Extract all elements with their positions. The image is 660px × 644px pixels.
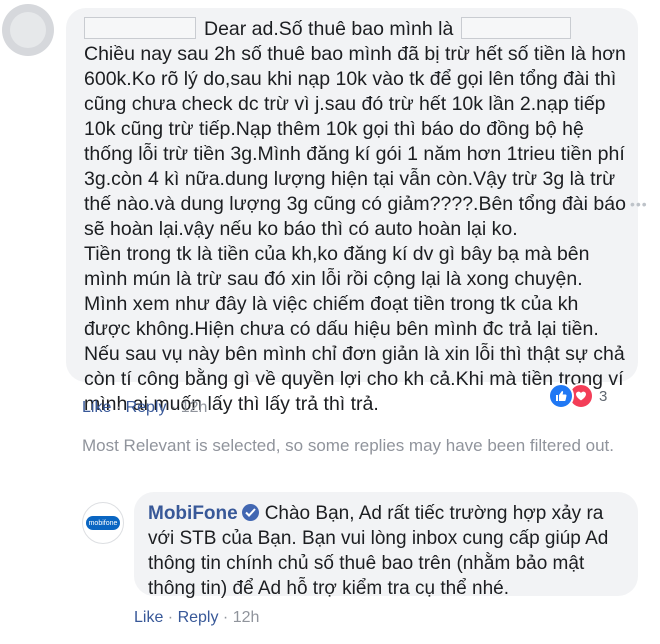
comment-line: Nếu sau vụ này bên mình chỉ đơn giản là … xyxy=(84,343,625,365)
comment-line: 3g.còn 4 kì nữa.dung lượng hiện tại vẫn … xyxy=(84,168,616,190)
separator: · xyxy=(163,609,178,626)
reply-author[interactable]: MobiFone xyxy=(148,503,238,524)
comment-bubble: Dear ad.Số thuê bao mình là Chiều nay sa… xyxy=(66,8,638,415)
comment-line: cũng chưa check dc trừ vì j.sau đó trừ h… xyxy=(84,93,606,115)
reaction-summary[interactable]: 3 xyxy=(548,383,608,409)
reply-bubble: MobiFone Chào Bạn, Ad rất tiếc trường hợp… xyxy=(134,492,638,599)
reply-link[interactable]: Reply xyxy=(178,609,219,626)
verified-badge-icon xyxy=(241,504,259,521)
reply-line: với STB của Bạn. Bạn vui lòng inbox cung… xyxy=(148,528,609,549)
like-link[interactable]: Like xyxy=(82,399,111,416)
comment-line: Tiền trong tk là tiền của kh,ko đăng kí … xyxy=(84,243,590,265)
redacted-name xyxy=(84,17,196,39)
avatar-blur xyxy=(10,12,46,48)
mobifone-logo: mobifone xyxy=(86,516,120,530)
separator: · xyxy=(111,399,126,416)
reply-line: thông tin chính chủ số thuê bao trên (nh… xyxy=(148,553,585,574)
reply-link[interactable]: Reply xyxy=(126,399,167,416)
comment-line: được không.Hiện chưa có dấu hiệu bên mìn… xyxy=(84,318,599,340)
comment-first-line: Dear ad.Số thuê bao mình là xyxy=(84,17,622,42)
reply-line: thông tin) để Ad hỗ trợ kiểm tra cụ thể … xyxy=(148,578,509,599)
comment-line: mình mún là trừ sau đó xin lỗi rồi cộng … xyxy=(84,268,583,290)
reply-first-line: MobiFone Chào Bạn, Ad rất tiếc trường hợp… xyxy=(148,501,624,526)
comment-timestamp[interactable]: 12h xyxy=(181,399,208,416)
comment-line: Chiều nay sau 2h số thuê bao mình đã bị … xyxy=(84,43,626,65)
comment-line: 600k.Ko rõ lý do,sau khi nạp 10k vào tk … xyxy=(84,68,617,90)
like-link[interactable]: Like xyxy=(134,609,163,626)
comment-line: thế nào.và dung lượng 3g cũng có giảm???… xyxy=(84,193,626,215)
comment-line: Mình xem như đây là việc chiếm đoạt tiền… xyxy=(84,293,579,315)
comment-line: còn tí công bằng gì về quyền lợi cho kh … xyxy=(84,368,624,390)
commenter-avatar[interactable] xyxy=(2,4,54,56)
comment-line: thống lỗi trừ tiền 3g.Mình đăng kí gói 1… xyxy=(84,143,625,165)
filter-notice: Most Relevant is selected, so some repli… xyxy=(82,436,614,455)
separator: · xyxy=(218,609,233,626)
comment-line: sẽ hoàn lại.vậy nếu ko báo thì có auto h… xyxy=(84,218,518,240)
comment-actions: Like · Reply · 12h xyxy=(82,399,207,417)
reply-timestamp[interactable]: 12h xyxy=(233,609,260,626)
comment-line: 10k cũng trừ tiếp.Nạp thêm 10k gọi thì b… xyxy=(84,118,584,140)
separator: · xyxy=(166,399,181,416)
more-options-icon[interactable]: ••• xyxy=(630,196,648,212)
reply-text-first: Chào Bạn, Ad rất tiếc trường hợp xảy ra xyxy=(264,503,604,524)
like-reaction-icon xyxy=(548,383,574,409)
mobifone-avatar[interactable]: mobifone xyxy=(82,502,124,544)
reaction-count: 3 xyxy=(599,387,608,405)
reply-actions: Like · Reply · 12h xyxy=(134,609,259,627)
redacted-phone-number xyxy=(461,17,572,39)
comment-greeting: Dear ad.Số thuê bao mình là xyxy=(204,18,454,40)
